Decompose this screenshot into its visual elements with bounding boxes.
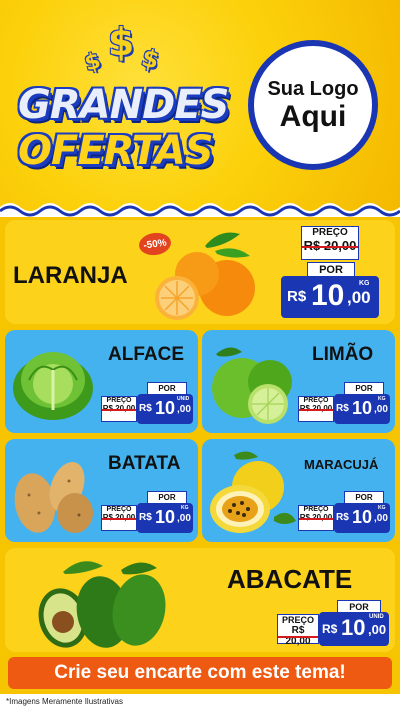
product-card-limao[interactable]: LIMÃO POR PREÇO R$ 20,00 R$ 10 ,00 KG <box>202 330 395 433</box>
price-tag: PREÇO R$ 20,00 POR R$ 10 ,00 KG <box>281 226 379 318</box>
strikethrough <box>299 408 333 411</box>
price-tag: POR PREÇO R$ 20,00 R$ 10 ,00 KG <box>298 382 390 428</box>
product-card-alface[interactable]: ALFACE POR PREÇO R$ 20,00 R$ 10 ,00 UNID <box>5 330 198 433</box>
price-unit: KG <box>181 505 189 511</box>
product-card-batata[interactable]: BATATA POR PREÇO R$ 20,00 R$ 10 ,00 KG <box>5 439 198 542</box>
preco-label: PREÇO <box>303 397 329 404</box>
price-decimal: ,00 <box>177 513 191 524</box>
new-price-box: R$ 10 ,00 UNID <box>319 612 389 646</box>
price-decimal: ,00 <box>368 622 387 637</box>
title-ofertas: OFERTAS <box>18 128 214 174</box>
price-unit: KG <box>378 505 386 511</box>
old-price: R$ 20,00 <box>299 513 333 522</box>
dollar-signs: $ $ $ <box>82 20 162 77</box>
preco-label: PREÇO <box>312 227 348 238</box>
price-integer: 10 <box>311 279 345 312</box>
dollar-sign-icon: $ <box>107 20 135 64</box>
product-name: MARACUJÁ <box>304 457 379 472</box>
header-divider-wave <box>0 203 400 217</box>
logo-placeholder[interactable]: Sua Logo Aqui <box>248 40 378 170</box>
price-old-block: PREÇO R$ 20,00 <box>101 396 137 422</box>
strikethrough <box>102 408 136 411</box>
logo-text-line1: Sua Logo <box>267 77 359 100</box>
preco-label: PREÇO <box>106 397 132 404</box>
dollar-sign-icon: $ <box>138 43 162 75</box>
logo-text-line2: Aqui <box>279 99 347 133</box>
product-card-maracuja[interactable]: MARACUJÁ POR PREÇO R$ 20,00 R$ 10 ,00 KG <box>202 439 395 542</box>
old-price: R$ 20,00 <box>102 513 136 522</box>
price-integer: 10 <box>352 398 373 418</box>
price-integer: 10 <box>341 615 366 640</box>
price-unit: KG <box>359 280 370 287</box>
currency-symbol: R$ <box>336 512 349 523</box>
price-old-block: PREÇO R$ 20,00 <box>298 396 334 422</box>
product-card-laranja[interactable]: LARANJA PREÇO R$ 20,00 POR R$ 10 ,00 KG <box>5 220 395 324</box>
new-price-box: R$ 10 ,00 KG <box>334 503 390 533</box>
price-unit: UNID <box>177 396 190 402</box>
new-price-box: R$ 10 ,00 KG <box>334 394 390 424</box>
header-banner: $ $ $ GRANDES OFERTAS Sua Logo Aqui <box>0 0 400 217</box>
title-block: $ $ $ GRANDES OFERTAS <box>10 20 230 190</box>
footnote: *Imagens Meramente Ilustrativas <box>6 697 123 706</box>
dollar-sign-icon: $ <box>82 48 104 77</box>
product-name: LARANJA <box>13 262 128 289</box>
price-decimal: ,00 <box>177 404 191 415</box>
new-price-box: R$ 10 ,00 KG <box>137 503 193 533</box>
cta-banner[interactable]: Crie seu encarte com este tema! <box>8 657 392 689</box>
product-name: ABACATE <box>227 564 353 594</box>
product-name: LIMÃO <box>312 344 374 365</box>
price-integer: 10 <box>155 398 176 418</box>
price-old-block: PREÇO R$ 20,00 <box>301 226 359 260</box>
price-tag: POR PREÇO R$ 20,00 R$ 10 ,00 KG <box>298 491 390 537</box>
price-decimal: ,00 <box>347 288 371 307</box>
product-card-abacate[interactable]: ABACATE POR PREÇO R$ 20,00 R$ 10 ,00 UNI… <box>5 548 395 652</box>
price-old-block: PREÇO R$ 20,00 <box>277 614 319 647</box>
price-tag: POR PREÇO R$ 20,00 R$ 10 ,00 UNID <box>277 600 389 648</box>
potato-image <box>14 461 93 533</box>
strikethrough <box>102 517 136 520</box>
avocado-image <box>38 561 166 648</box>
price-unit: UNID <box>369 614 384 620</box>
lime-image <box>212 347 292 424</box>
old-price: R$ 20,00 <box>102 404 136 413</box>
price-integer: 10 <box>352 507 373 527</box>
currency-symbol: R$ <box>287 288 307 305</box>
strikethrough <box>278 636 318 638</box>
currency-symbol: R$ <box>336 403 349 414</box>
price-old-block: PREÇO R$ 20,00 <box>101 505 137 531</box>
new-price-box: R$ 10 ,00 KG <box>281 276 379 318</box>
lettuce-image <box>13 352 93 420</box>
old-price: R$ 20,00 <box>299 404 333 413</box>
old-price: R$ 20,00 <box>278 625 318 647</box>
product-name: ALFACE <box>108 344 184 365</box>
strikethrough <box>299 517 333 520</box>
old-price: R$ 20,00 <box>302 238 358 253</box>
currency-symbol: R$ <box>139 403 152 414</box>
currency-symbol: R$ <box>139 512 152 523</box>
passion-fruit-image <box>210 451 296 533</box>
price-old-block: PREÇO R$ 20,00 <box>298 505 334 531</box>
currency-symbol: R$ <box>322 622 338 636</box>
strikethrough <box>302 245 358 248</box>
new-price-box: R$ 10 ,00 UNID <box>137 394 193 424</box>
price-tag: POR PREÇO R$ 20,00 R$ 10 ,00 KG <box>101 491 193 537</box>
price-unit: KG <box>378 396 386 402</box>
price-integer: 10 <box>155 507 176 527</box>
price-decimal: ,00 <box>374 513 388 524</box>
price-decimal: ,00 <box>374 404 388 415</box>
price-tag: POR PREÇO R$ 20,00 R$ 10 ,00 UNID <box>101 382 193 428</box>
product-name: BATATA <box>108 453 181 474</box>
title-grandes: GRANDES <box>18 82 229 128</box>
preco-label: PREÇO <box>281 615 314 625</box>
preco-label: PREÇO <box>303 506 329 513</box>
preco-label: PREÇO <box>106 506 132 513</box>
